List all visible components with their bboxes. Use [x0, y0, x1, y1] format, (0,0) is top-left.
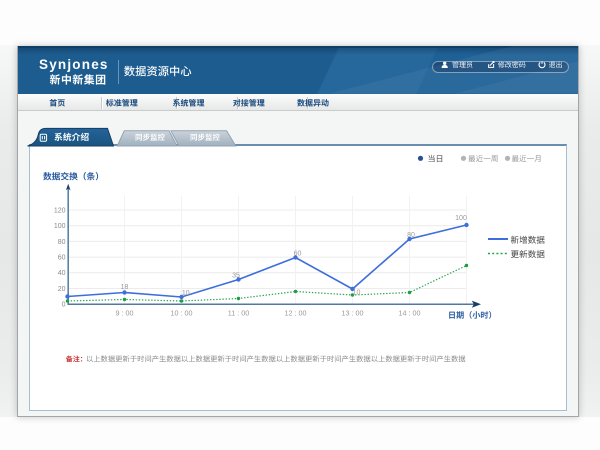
- svg-text:0: 0: [62, 302, 66, 309]
- svg-text:18: 18: [121, 284, 129, 291]
- svg-text:9 : 00: 9 : 00: [116, 309, 134, 318]
- svg-text:12 : 00: 12 : 00: [285, 309, 307, 318]
- svg-text:60: 60: [294, 251, 302, 258]
- svg-text:11 : 00: 11 : 00: [228, 309, 249, 318]
- svg-text:100: 100: [455, 215, 467, 222]
- svg-text:60: 60: [58, 255, 66, 262]
- svg-text:13 : 00: 13 : 00: [342, 309, 364, 318]
- svg-text:10 : 00: 10 : 00: [171, 309, 193, 318]
- svg-text:100: 100: [54, 223, 66, 230]
- svg-text:80: 80: [407, 232, 415, 239]
- svg-text:80: 80: [58, 239, 66, 246]
- svg-text:20: 20: [58, 286, 66, 293]
- svg-text:35: 35: [232, 273, 240, 280]
- svg-text:40: 40: [58, 270, 66, 277]
- svg-text:10: 10: [353, 290, 361, 297]
- svg-text:120: 120: [54, 207, 66, 214]
- svg-text:14 : 00: 14 : 00: [399, 309, 421, 318]
- svg-text:10: 10: [182, 290, 190, 297]
